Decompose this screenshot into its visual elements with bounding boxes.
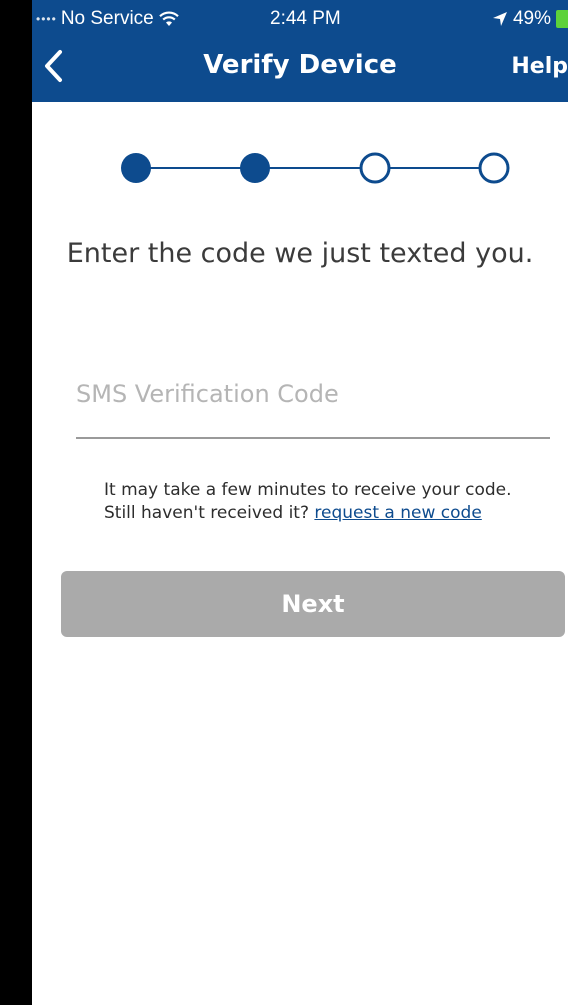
status-bar: •••• No Service 2:44 PM 49% xyxy=(32,0,568,36)
step-2-complete xyxy=(240,153,270,183)
step-3-pending xyxy=(359,152,391,184)
page-title: Verify Device xyxy=(203,50,397,80)
battery-percent: 49% xyxy=(512,8,551,29)
code-field-container xyxy=(76,368,550,440)
field-underline xyxy=(76,437,550,439)
next-button[interactable]: Next xyxy=(61,571,565,637)
help-button[interactable]: Help xyxy=(511,54,568,79)
location-arrow-icon xyxy=(492,12,507,26)
progress-stepper xyxy=(121,152,510,184)
status-right: 49% xyxy=(492,8,568,30)
top-bar: •••• No Service 2:44 PM 49% Verify Devic… xyxy=(32,0,568,102)
resend-note: It may take a few minutes to receive you… xyxy=(104,479,524,525)
wifi-icon xyxy=(158,11,179,26)
clock: 2:44 PM xyxy=(270,8,341,29)
sms-code-input[interactable] xyxy=(76,368,550,420)
screen: •••• No Service 2:44 PM 49% Verify Devic… xyxy=(32,0,568,1005)
carrier-label: No Service xyxy=(60,8,154,29)
status-left: •••• No Service xyxy=(36,8,180,30)
request-new-code-link[interactable]: request a new code xyxy=(314,503,481,523)
signal-dots-icon: •••• xyxy=(36,12,57,26)
nav-bar: Verify Device Help xyxy=(32,36,568,102)
step-4-pending xyxy=(478,152,510,184)
instruction-text: Enter the code we just texted you. xyxy=(66,238,534,269)
step-1-complete xyxy=(121,153,151,183)
battery-icon xyxy=(556,10,568,28)
